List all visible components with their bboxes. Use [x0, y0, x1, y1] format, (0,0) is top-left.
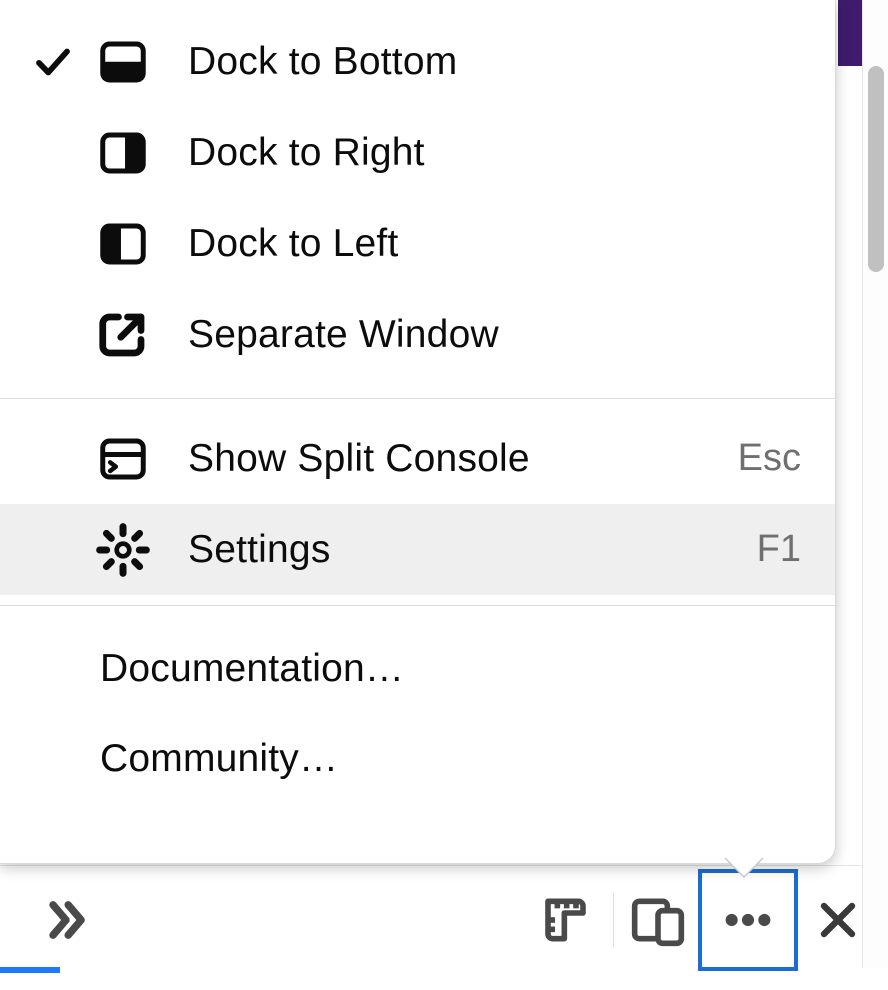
devtools-toolbar	[0, 865, 888, 973]
split-console-icon	[88, 432, 158, 486]
more-options-button[interactable]	[698, 869, 798, 971]
menu-item-label: Show Split Console	[188, 437, 725, 481]
dock-position-section: Dock to Bottom Dock to Right Dock to	[0, 0, 835, 398]
ruler-button[interactable]	[533, 884, 605, 956]
tools-section: Show Split Console Esc	[0, 399, 835, 605]
menu-item-label: Documentation…	[100, 647, 725, 691]
gear-icon	[88, 522, 158, 578]
menu-item-label: Dock to Bottom	[188, 40, 725, 84]
menu-item-dock-bottom[interactable]: Dock to Bottom	[0, 16, 835, 107]
menu-item-label: Community…	[100, 737, 725, 781]
menu-item-label: Dock to Left	[188, 222, 725, 266]
page-scrollbar-thumb[interactable]	[868, 66, 884, 272]
toolbar-separator	[613, 893, 614, 947]
check-icon	[18, 41, 88, 83]
responsive-design-button[interactable]	[622, 884, 694, 956]
menu-item-label: Dock to Right	[188, 131, 725, 175]
dock-left-icon	[88, 217, 158, 271]
page-scrollbar-track[interactable]	[862, 0, 888, 968]
menu-item-dock-right[interactable]: Dock to Right	[0, 107, 835, 198]
menu-arrow	[726, 858, 762, 876]
menu-item-dock-left[interactable]: Dock to Left	[0, 198, 835, 289]
menu-item-shortcut: Esc	[738, 437, 801, 480]
menu-item-community[interactable]: Community…	[0, 714, 835, 804]
menu-item-documentation[interactable]: Documentation…	[0, 624, 835, 714]
links-section: Documentation… Community…	[0, 606, 835, 826]
popout-icon	[88, 308, 158, 362]
active-tab-underline	[0, 967, 60, 973]
dock-bottom-icon	[88, 35, 158, 89]
menu-item-settings[interactable]: Settings F1	[0, 504, 835, 595]
overflow-button[interactable]	[30, 884, 102, 956]
menu-item-separate-window[interactable]: Separate Window	[0, 289, 835, 380]
devtools-options-menu: Dock to Bottom Dock to Right Dock to	[0, 0, 836, 864]
menu-item-label: Settings	[188, 528, 725, 572]
menu-item-label: Separate Window	[188, 313, 725, 357]
dock-right-icon	[88, 126, 158, 180]
menu-item-split-console[interactable]: Show Split Console Esc	[0, 413, 835, 504]
menu-item-shortcut: F1	[757, 528, 801, 571]
